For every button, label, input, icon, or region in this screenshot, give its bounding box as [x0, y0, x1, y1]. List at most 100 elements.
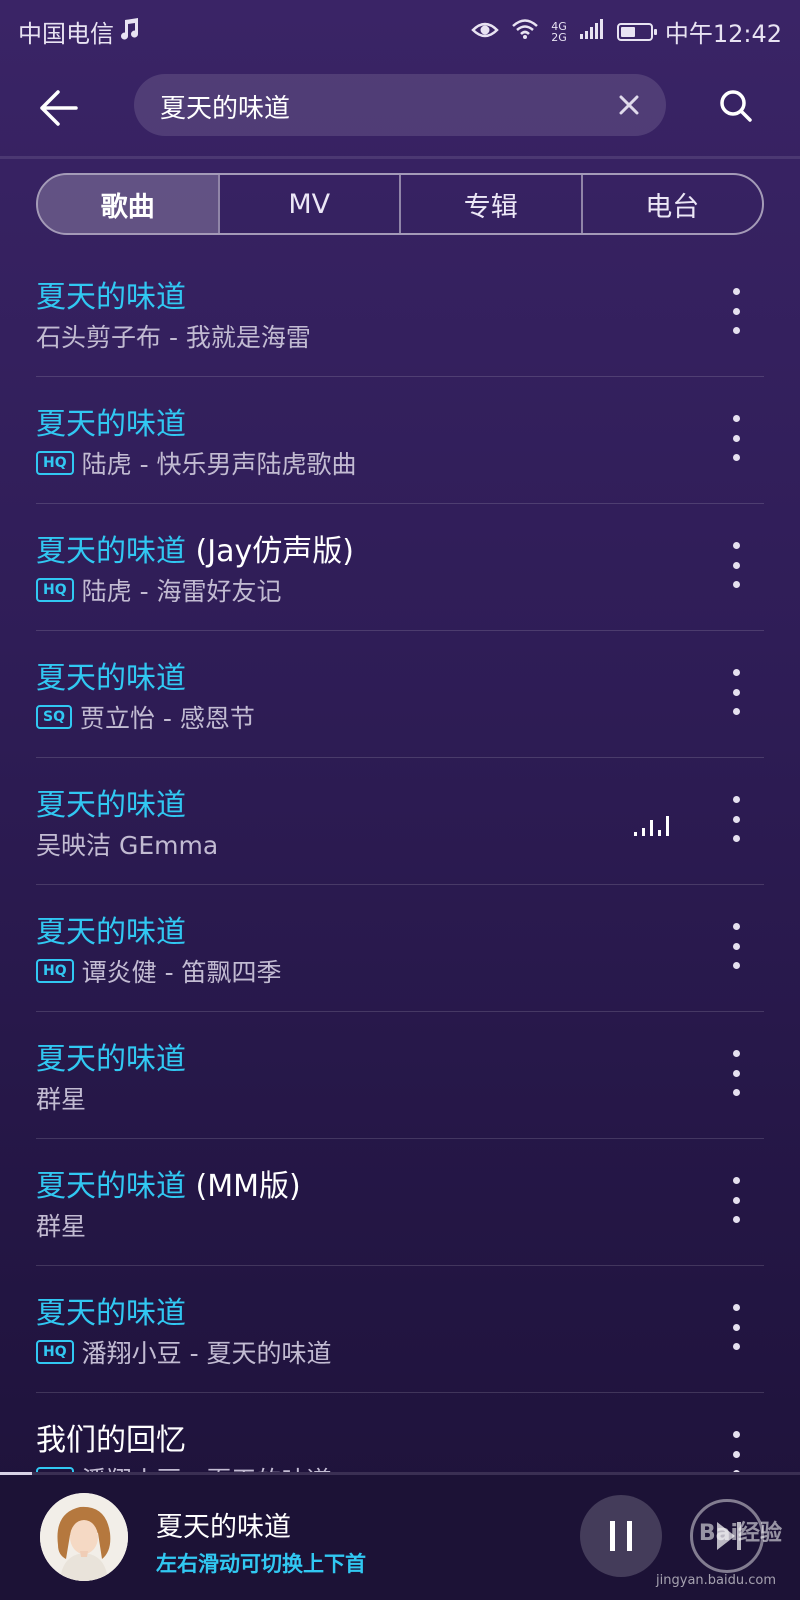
quality-badge: HQ: [36, 1340, 74, 1364]
result-type-tabs: 歌曲 MV 专辑 电台: [36, 173, 764, 235]
dot: [732, 542, 740, 549]
song-title-text: 夏天的味道: [36, 661, 186, 696]
close-icon: [619, 95, 639, 115]
more-options-button[interactable]: [728, 1177, 744, 1223]
eye-comfort-icon: [471, 18, 500, 46]
song-title: 夏天的味道: [36, 272, 186, 316]
song-title: 夏天的味道: [36, 907, 186, 951]
quality-badge: HQ: [36, 578, 74, 602]
dot: [732, 1343, 740, 1350]
song-title: 夏天的味道: [36, 1034, 186, 1078]
dot: [732, 708, 740, 715]
song-row[interactable]: 我们的回忆 HQ潘翔小豆 - 夏天的味道: [36, 1393, 764, 1472]
dot: [732, 1216, 740, 1223]
song-title-text: 夏天的味道: [36, 1042, 186, 1077]
song-subtitle: 吴映洁 GEmma: [36, 826, 218, 862]
tab-albums[interactable]: 专辑: [399, 175, 581, 233]
dot: [732, 1050, 740, 1057]
dot: [732, 815, 740, 823]
watermark-logo: Bai经验: [698, 1521, 782, 1546]
album-art-avatar[interactable]: [40, 1493, 128, 1581]
pause-button[interactable]: [580, 1495, 662, 1577]
song-row[interactable]: 夏天的味道 HQ 潘翔小豆 - 夏天的味道: [36, 1266, 764, 1393]
song-subtitle: 群星: [36, 1207, 86, 1243]
singer-portrait-image: [40, 1493, 128, 1581]
song-title-text: 夏天的味道: [36, 407, 186, 442]
battery-icon: [616, 22, 657, 41]
now-playing-title: 夏天的味道: [156, 1512, 291, 1543]
more-options-button[interactable]: [728, 1050, 744, 1096]
artist-album-text: 潘翔小豆 - 夏天的味道: [82, 1461, 332, 1472]
dot: [732, 307, 740, 315]
song-row[interactable]: 夏天的味道 HQ 陆虎 - 快乐男声陆虎歌曲: [36, 377, 764, 504]
artist-album-text: 石头剪子布 - 我就是海雷: [36, 323, 311, 352]
more-options-button[interactable]: [728, 542, 744, 588]
artist-album-text: 陆虎 - 海雷好友记: [81, 577, 282, 606]
back-button[interactable]: [36, 80, 92, 136]
artist-album-text: 陆虎 - 快乐男声陆虎歌曲: [81, 450, 357, 479]
dot: [732, 454, 740, 461]
clock: 中午12:42: [664, 20, 782, 48]
more-options-button[interactable]: [728, 796, 744, 842]
song-row[interactable]: 夏天的味道 HQ 谭炎健 - 笛飘四季: [36, 885, 764, 1012]
song-title: 夏天的味道 (MM版): [36, 1161, 301, 1205]
more-options-button[interactable]: [728, 1431, 744, 1472]
song-subtitle: SQ 贾立怡 - 感恩节: [36, 699, 255, 735]
quality-badge: SQ: [36, 705, 72, 729]
more-options-button[interactable]: [728, 1304, 744, 1350]
clear-search-button[interactable]: [614, 90, 644, 120]
more-options-button[interactable]: [728, 923, 744, 969]
tab-mv[interactable]: MV: [217, 175, 400, 233]
search-query: 夏天的味道: [160, 94, 291, 124]
song-title: 夏天的味道: [36, 653, 186, 697]
song-list: 夏天的味道 石头剪子布 - 我就是海雷 夏天的味道 HQ 陆虎 - 快乐男声陆虎歌曲 夏天…: [36, 250, 764, 1472]
now-playing-equalizer-icon: [632, 814, 672, 838]
more-options-button[interactable]: [728, 415, 744, 461]
network-type: 4G 2G: [551, 21, 567, 43]
more-options-button[interactable]: [728, 288, 744, 334]
dot: [732, 669, 740, 676]
carrier-label: 中国电信: [18, 20, 114, 48]
song-row[interactable]: 夏天的味道 群星: [36, 1012, 764, 1139]
song-subtitle: HQ 陆虎 - 快乐男声陆虎歌曲: [36, 445, 357, 481]
song-row[interactable]: 夏天的味道 吴映洁 GEmma: [36, 758, 764, 885]
search-button[interactable]: [714, 84, 758, 128]
quality-badge: HQ: [36, 451, 74, 475]
more-options-button[interactable]: [728, 669, 744, 715]
artist-album-text: 群星: [36, 1212, 87, 1241]
watermark-url: jingyan.baidu.com: [656, 1573, 776, 1588]
dot: [732, 581, 740, 588]
dot: [732, 1431, 740, 1438]
dot: [732, 1069, 740, 1077]
song-subtitle: 群星: [36, 1080, 86, 1116]
song-title-text: 我们的回忆: [36, 1423, 186, 1458]
artist-album-text: 贾立怡 - 感恩节: [79, 704, 255, 733]
dot: [732, 1304, 740, 1311]
dot: [732, 796, 740, 803]
status-bar: 中国电信 4G 2G 中午12:42: [0, 0, 800, 56]
back-arrow-icon: [40, 90, 78, 126]
dot: [732, 561, 740, 569]
network-type-bottom: 2G: [551, 30, 567, 44]
dot: [732, 962, 740, 969]
song-row[interactable]: 夏天的味道 (Jay仿声版) HQ 陆虎 - 海雷好友记: [36, 504, 764, 631]
music-note-icon: [118, 17, 140, 47]
signal-icon: [579, 18, 605, 46]
search-header: 夏天的味道: [0, 56, 800, 156]
search-icon: [720, 90, 752, 122]
search-input[interactable]: 夏天的味道: [134, 74, 666, 136]
mini-player[interactable]: 夏天的味道 左右滑动可切换上下首 Bai经验 jingyan.baidu.com: [0, 1475, 800, 1600]
artist-album-text: 谭炎健 - 笛飘四季: [81, 958, 282, 987]
song-row[interactable]: 夏天的味道石头剪子布 - 我就是海雷: [36, 250, 764, 377]
tab-radio[interactable]: 电台: [580, 175, 763, 233]
dot: [732, 835, 740, 842]
song-subtitle: HQ 潘翔小豆 - 夏天的味道: [36, 1334, 332, 1370]
song-title: 夏天的味道 (Jay仿声版): [36, 526, 354, 570]
song-row[interactable]: 夏天的味道 SQ 贾立怡 - 感恩节: [36, 631, 764, 758]
song-title: 我们的回忆: [36, 1415, 186, 1459]
song-title-text: 夏天的味道: [36, 788, 186, 823]
song-row[interactable]: 夏天的味道 (MM版) 群星: [36, 1139, 764, 1266]
tab-songs[interactable]: 歌曲: [38, 175, 218, 233]
dot: [732, 288, 740, 295]
song-title: 夏天的味道: [36, 780, 186, 824]
